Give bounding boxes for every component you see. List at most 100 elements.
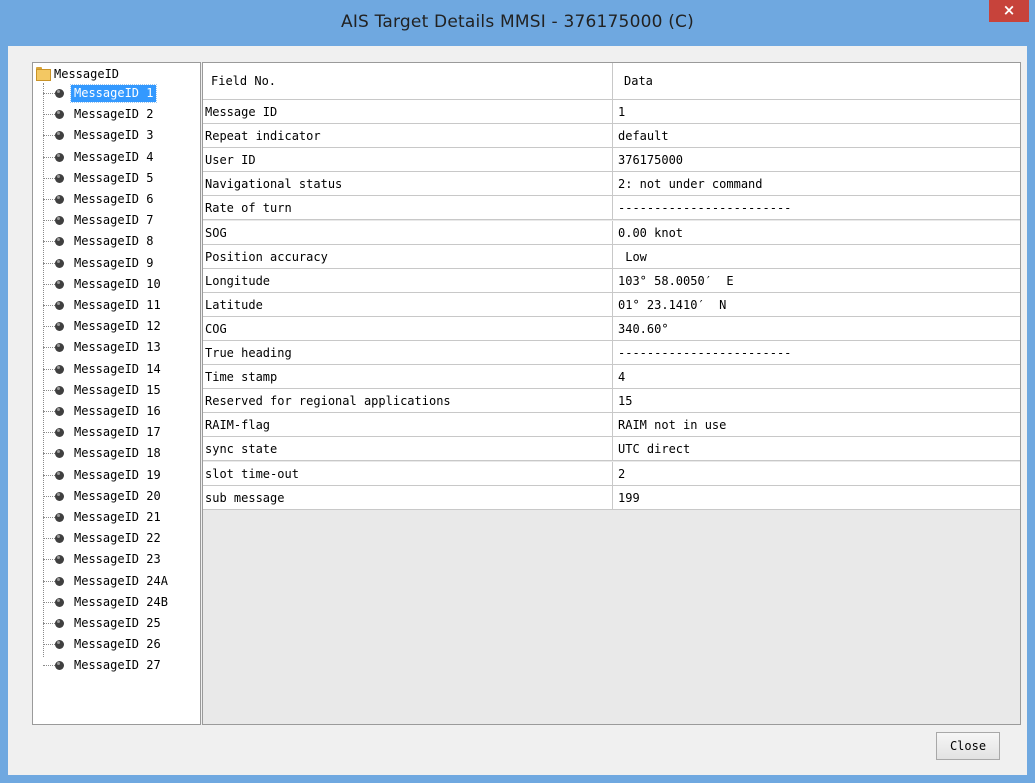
field-value-cell: ------------------------ xyxy=(618,201,792,216)
tree-item[interactable]: MessageID 5 xyxy=(43,168,199,189)
tree-item-label: MessageID 8 xyxy=(74,234,154,249)
tree-item[interactable]: MessageID 2 xyxy=(43,104,199,125)
close-button[interactable]: Close xyxy=(936,732,1000,760)
tree-item[interactable]: MessageID 25 xyxy=(43,613,199,634)
node-bullet-icon xyxy=(55,576,64,586)
tree-item-label: MessageID 18 xyxy=(74,446,161,461)
tree-item[interactable]: MessageID 7 xyxy=(43,210,199,231)
tree-item[interactable]: MessageID 1 xyxy=(43,83,199,104)
field-name-cell: RAIM-flag xyxy=(203,413,613,437)
tree-branch-line xyxy=(43,517,55,518)
tree-item-label: MessageID 17 xyxy=(74,425,161,440)
table-row[interactable]: Reserved for regional applications 15 xyxy=(203,389,1020,414)
tree-root-label: MessageID xyxy=(54,67,120,81)
tree-item-label: MessageID 5 xyxy=(74,170,154,185)
header-field-no[interactable]: Field No. xyxy=(203,63,613,99)
tree-root[interactable]: MessageID xyxy=(36,66,119,82)
field-name-cell: COG xyxy=(203,316,613,340)
node-bullet-icon xyxy=(55,385,64,395)
tree-item-label: MessageID 23 xyxy=(74,552,161,567)
tree-item[interactable]: MessageID 24A xyxy=(43,571,199,592)
tree-branch-line xyxy=(43,665,55,667)
table-row[interactable]: RAIM-flag RAIM not in use xyxy=(203,413,1020,438)
tree-item[interactable]: MessageID 9 xyxy=(43,253,199,274)
tree-item[interactable]: MessageID 26 xyxy=(43,634,199,655)
table-row[interactable]: Time stamp 4 xyxy=(203,365,1020,390)
tree-item[interactable]: MessageID 6 xyxy=(43,189,199,210)
tree-branch-line xyxy=(43,623,55,624)
tree-branch-line xyxy=(43,601,55,603)
tree-item[interactable]: MessageID 13 xyxy=(43,337,199,358)
field-value-cell: 2 xyxy=(618,466,626,481)
tree-branch-line xyxy=(43,305,55,306)
tree-branch-line xyxy=(43,262,55,264)
field-name-cell: Time stamp xyxy=(203,365,613,389)
close-icon[interactable]: × xyxy=(989,0,1029,22)
field-value-cell: 4 xyxy=(618,370,626,385)
message-id-tree[interactable]: MessageID MessageID 1 MessageID 2 MessageI… xyxy=(32,62,201,725)
table-row[interactable]: User ID 376175000 xyxy=(203,148,1020,173)
tree-item[interactable]: MessageID 8 xyxy=(43,231,199,252)
tree-item[interactable]: MessageID 14 xyxy=(43,359,199,380)
field-value-cell: 15 xyxy=(618,394,633,409)
node-bullet-icon xyxy=(55,661,64,671)
tree-item[interactable]: MessageID 22 xyxy=(43,528,199,549)
tree-item-label: MessageID 25 xyxy=(74,616,161,630)
table-row[interactable]: SOG 0.00 knot xyxy=(203,220,1020,245)
node-bullet-icon xyxy=(55,173,64,183)
field-value-cell: 340.60° xyxy=(618,321,669,336)
table-row[interactable]: Repeat indicator default xyxy=(203,124,1020,149)
tree-item-label: MessageID 4 xyxy=(74,149,154,164)
tree-item-label: MessageID 13 xyxy=(74,340,161,355)
tree-item[interactable]: MessageID 11 xyxy=(43,295,199,316)
field-name-cell: SOG xyxy=(203,220,613,244)
tree-item[interactable]: MessageID 23 xyxy=(43,549,199,570)
field-value-cell: default xyxy=(618,129,669,144)
field-name-cell: Message ID xyxy=(203,100,613,123)
tree-item-label: MessageID 10 xyxy=(74,276,161,291)
node-bullet-icon xyxy=(55,555,64,565)
table-row[interactable]: Longitude 103° 58.0050′ E xyxy=(203,268,1020,293)
tree-branch-line xyxy=(43,495,55,497)
table-row[interactable]: True heading ------------------------ xyxy=(203,341,1020,365)
tree-item[interactable]: MessageID 17 xyxy=(43,422,199,443)
table-row[interactable]: Message ID 1 xyxy=(203,100,1020,124)
table-row[interactable]: sync state UTC direct xyxy=(203,437,1020,462)
table-row[interactable]: Position accuracy Low xyxy=(203,244,1020,269)
tree-item[interactable]: MessageID 12 xyxy=(43,316,199,337)
tree-branch-line xyxy=(43,156,55,158)
tree-branch-line xyxy=(43,241,55,243)
tree-item-label: MessageID 26 xyxy=(74,637,161,652)
tree-branch-line xyxy=(43,326,55,328)
tree-item[interactable]: MessageID 20 xyxy=(43,486,199,507)
node-bullet-icon xyxy=(55,216,64,226)
tree-item[interactable]: MessageID 10 xyxy=(43,274,199,295)
table-row[interactable]: slot time-out 2 xyxy=(203,461,1020,486)
node-bullet-icon xyxy=(55,619,64,628)
table-row[interactable]: COG 340.60° xyxy=(203,316,1020,341)
table-row[interactable]: Rate of turn ------------------------ xyxy=(203,196,1020,221)
dialog-window: AIS Target Details MMSI - 376175000 (C) … xyxy=(0,0,1035,783)
tree-item[interactable]: MessageID 19 xyxy=(43,465,199,486)
tree-item[interactable]: MessageID 15 xyxy=(43,380,199,401)
table-row[interactable]: Latitude 01° 23.1410′ N xyxy=(203,292,1020,317)
field-value-cell: Low xyxy=(618,249,647,264)
tree-item[interactable]: MessageID 3 xyxy=(43,125,199,146)
title-bar[interactable]: AIS Target Details MMSI - 376175000 (C) … xyxy=(0,0,1035,46)
tree-item[interactable]: MessageID 24B xyxy=(43,592,199,613)
tree-branch-line xyxy=(43,220,55,222)
tree-branch-line xyxy=(43,432,55,434)
tree-item-label: MessageID 24B xyxy=(74,594,168,609)
field-name-cell: Position accuracy xyxy=(203,244,613,268)
tree-item[interactable]: MessageID 4 xyxy=(43,147,199,168)
field-name-cell: Repeat indicator xyxy=(203,124,613,148)
table-row[interactable]: sub message 199 xyxy=(203,485,1020,510)
node-bullet-icon xyxy=(55,364,64,374)
tree-item[interactable]: MessageID 27 xyxy=(43,655,199,676)
tree-item[interactable]: MessageID 16 xyxy=(43,401,199,422)
table-row[interactable]: Navigational status 2: not under command xyxy=(203,172,1020,197)
tree-item[interactable]: MessageID 18 xyxy=(43,443,199,464)
node-bullet-icon xyxy=(55,89,64,98)
tree-item[interactable]: MessageID 21 xyxy=(43,507,199,528)
header-data[interactable]: Data xyxy=(614,63,1020,99)
